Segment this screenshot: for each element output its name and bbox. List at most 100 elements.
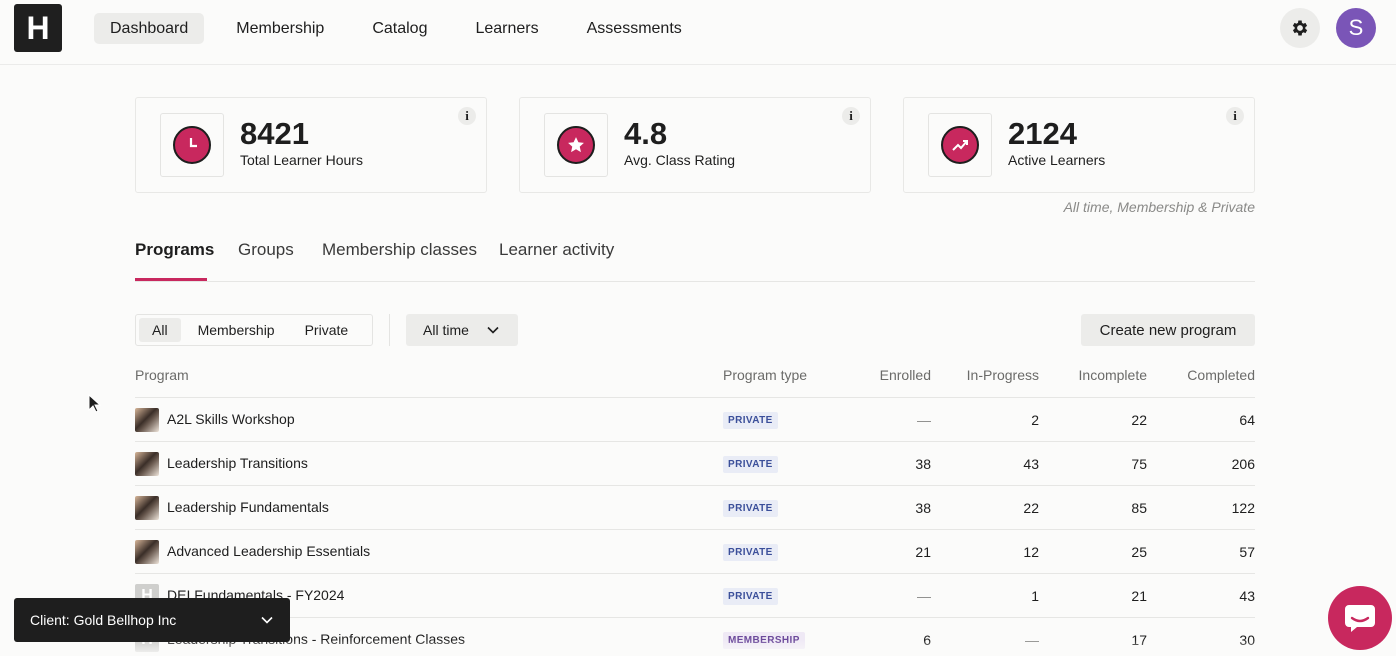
time-range-dropdown[interactable]: All time (406, 314, 518, 346)
program-thumbnail (135, 540, 159, 564)
chevron-down-icon (487, 326, 499, 334)
stat-label: Total Learner Hours (240, 152, 363, 168)
active-tab-indicator (135, 278, 207, 281)
info-icon[interactable]: i (1226, 107, 1244, 125)
in-progress-count: 1 (1031, 588, 1039, 604)
program-thumbnail (135, 452, 159, 476)
table-row[interactable]: Advanced Leadership Essentials PRIVATE 2… (135, 530, 1255, 574)
column-header-program[interactable]: Program (135, 367, 189, 383)
chevron-down-icon (261, 616, 273, 624)
column-header-enrolled[interactable]: Enrolled (880, 367, 931, 383)
top-nav-bar: H Dashboard Membership Catalog Learners … (0, 0, 1396, 65)
program-name[interactable]: Leadership Fundamentals (167, 499, 329, 515)
program-type-badge: PRIVATE (723, 456, 778, 473)
client-selector-label: Client: Gold Bellhop Inc (30, 612, 177, 628)
programs-table: Program Program type Enrolled In-Progres… (135, 358, 1255, 656)
completed-count: 43 (1239, 588, 1255, 604)
user-avatar[interactable]: S (1336, 8, 1376, 48)
enrolled-count: 38 (915, 456, 931, 472)
stat-card-active-learners: 2124 Active Learners i (903, 97, 1255, 193)
completed-count: 64 (1239, 412, 1255, 428)
clock-icon (173, 126, 211, 164)
program-thumbnail (135, 408, 159, 432)
filter-all[interactable]: All (139, 318, 181, 342)
program-type-badge: PRIVATE (723, 500, 778, 517)
filter-membership[interactable]: Membership (185, 318, 288, 342)
logo-letter: H (26, 9, 50, 46)
stat-value: 4.8 (624, 116, 668, 151)
enrolled-count: — (917, 412, 931, 428)
enrolled-count: 38 (915, 500, 931, 516)
tab-groups[interactable]: Groups (238, 240, 294, 260)
table-row[interactable]: H DEI Fundamentals - FY2024 PRIVATE — 1 … (135, 574, 1255, 618)
avatar-initial: S (1348, 15, 1364, 40)
scroll-fade (0, 640, 1396, 656)
nav-item-assessments[interactable]: Assessments (571, 13, 698, 44)
column-header-completed[interactable]: Completed (1187, 367, 1255, 383)
table-row[interactable]: Leadership Transitions PRIVATE 38 43 75 … (135, 442, 1255, 486)
in-progress-count: 43 (1023, 456, 1039, 472)
chat-bubble-icon (1345, 605, 1375, 632)
incomplete-count: 21 (1131, 588, 1147, 604)
program-type-badge: PRIVATE (723, 588, 778, 605)
stat-card-class-rating: 4.8 Avg. Class Rating i (519, 97, 871, 193)
nav-item-dashboard[interactable]: Dashboard (94, 13, 205, 44)
completed-count: 57 (1239, 544, 1255, 560)
section-tabs: Programs Groups Membership classes Learn… (135, 232, 1255, 282)
nav-item-catalog[interactable]: Catalog (356, 13, 443, 44)
incomplete-count: 85 (1131, 500, 1147, 516)
stat-icon-box (160, 113, 224, 177)
program-type-filter: All Membership Private (135, 314, 373, 346)
tab-membership-classes[interactable]: Membership classes (322, 240, 477, 260)
program-type-badge: PRIVATE (723, 412, 778, 429)
brand-logo[interactable]: H (14, 4, 62, 52)
table-header: Program Program type Enrolled In-Progres… (135, 358, 1255, 398)
star-icon (557, 126, 595, 164)
stat-value: 8421 (240, 116, 309, 151)
create-program-button[interactable]: Create new program (1081, 314, 1255, 346)
stat-value: 2124 (1008, 116, 1077, 151)
stat-icon-box (928, 113, 992, 177)
filter-divider (389, 314, 390, 346)
in-progress-count: 2 (1031, 412, 1039, 428)
column-header-program-type[interactable]: Program type (723, 367, 807, 383)
table-row[interactable]: A2L Skills Workshop PRIVATE — 2 22 64 (135, 398, 1255, 442)
info-icon[interactable]: i (842, 107, 860, 125)
tab-programs[interactable]: Programs (135, 240, 214, 260)
client-selector[interactable]: Client: Gold Bellhop Inc (14, 598, 290, 642)
stat-label: Active Learners (1008, 152, 1106, 168)
time-range-value: All time (423, 322, 469, 338)
nav-item-membership[interactable]: Membership (220, 13, 340, 44)
program-name[interactable]: Advanced Leadership Essentials (167, 543, 370, 559)
stat-card-learner-hours: 8421 Total Learner Hours i (135, 97, 487, 193)
completed-count: 122 (1231, 500, 1255, 516)
mouse-cursor-icon (88, 394, 102, 413)
incomplete-count: 25 (1131, 544, 1147, 560)
chat-launcher-button[interactable] (1328, 586, 1392, 650)
in-progress-count: 22 (1023, 500, 1039, 516)
tab-learner-activity[interactable]: Learner activity (499, 240, 614, 260)
stat-label: Avg. Class Rating (624, 152, 736, 168)
program-name[interactable]: Leadership Transitions (167, 455, 308, 471)
enrolled-count: 21 (915, 544, 931, 560)
column-header-incomplete[interactable]: Incomplete (1079, 367, 1147, 383)
gear-icon (1292, 20, 1308, 36)
incomplete-count: 22 (1131, 412, 1147, 428)
program-type-badge: PRIVATE (723, 544, 778, 561)
completed-count: 206 (1231, 456, 1255, 472)
program-thumbnail (135, 496, 159, 520)
program-name[interactable]: A2L Skills Workshop (167, 411, 295, 427)
filter-private[interactable]: Private (292, 318, 362, 342)
main-nav: Dashboard Membership Catalog Learners As… (94, 13, 698, 44)
nav-item-learners[interactable]: Learners (459, 13, 554, 44)
trend-up-icon (941, 126, 979, 164)
stats-footnote: All time, Membership & Private (1063, 199, 1255, 215)
enrolled-count: — (917, 588, 931, 604)
stat-icon-box (544, 113, 608, 177)
table-row[interactable]: Leadership Fundamentals PRIVATE 38 22 85… (135, 486, 1255, 530)
incomplete-count: 75 (1131, 456, 1147, 472)
settings-button[interactable] (1280, 8, 1320, 48)
info-icon[interactable]: i (458, 107, 476, 125)
column-header-in-progress[interactable]: In-Progress (967, 367, 1039, 383)
in-progress-count: 12 (1023, 544, 1039, 560)
